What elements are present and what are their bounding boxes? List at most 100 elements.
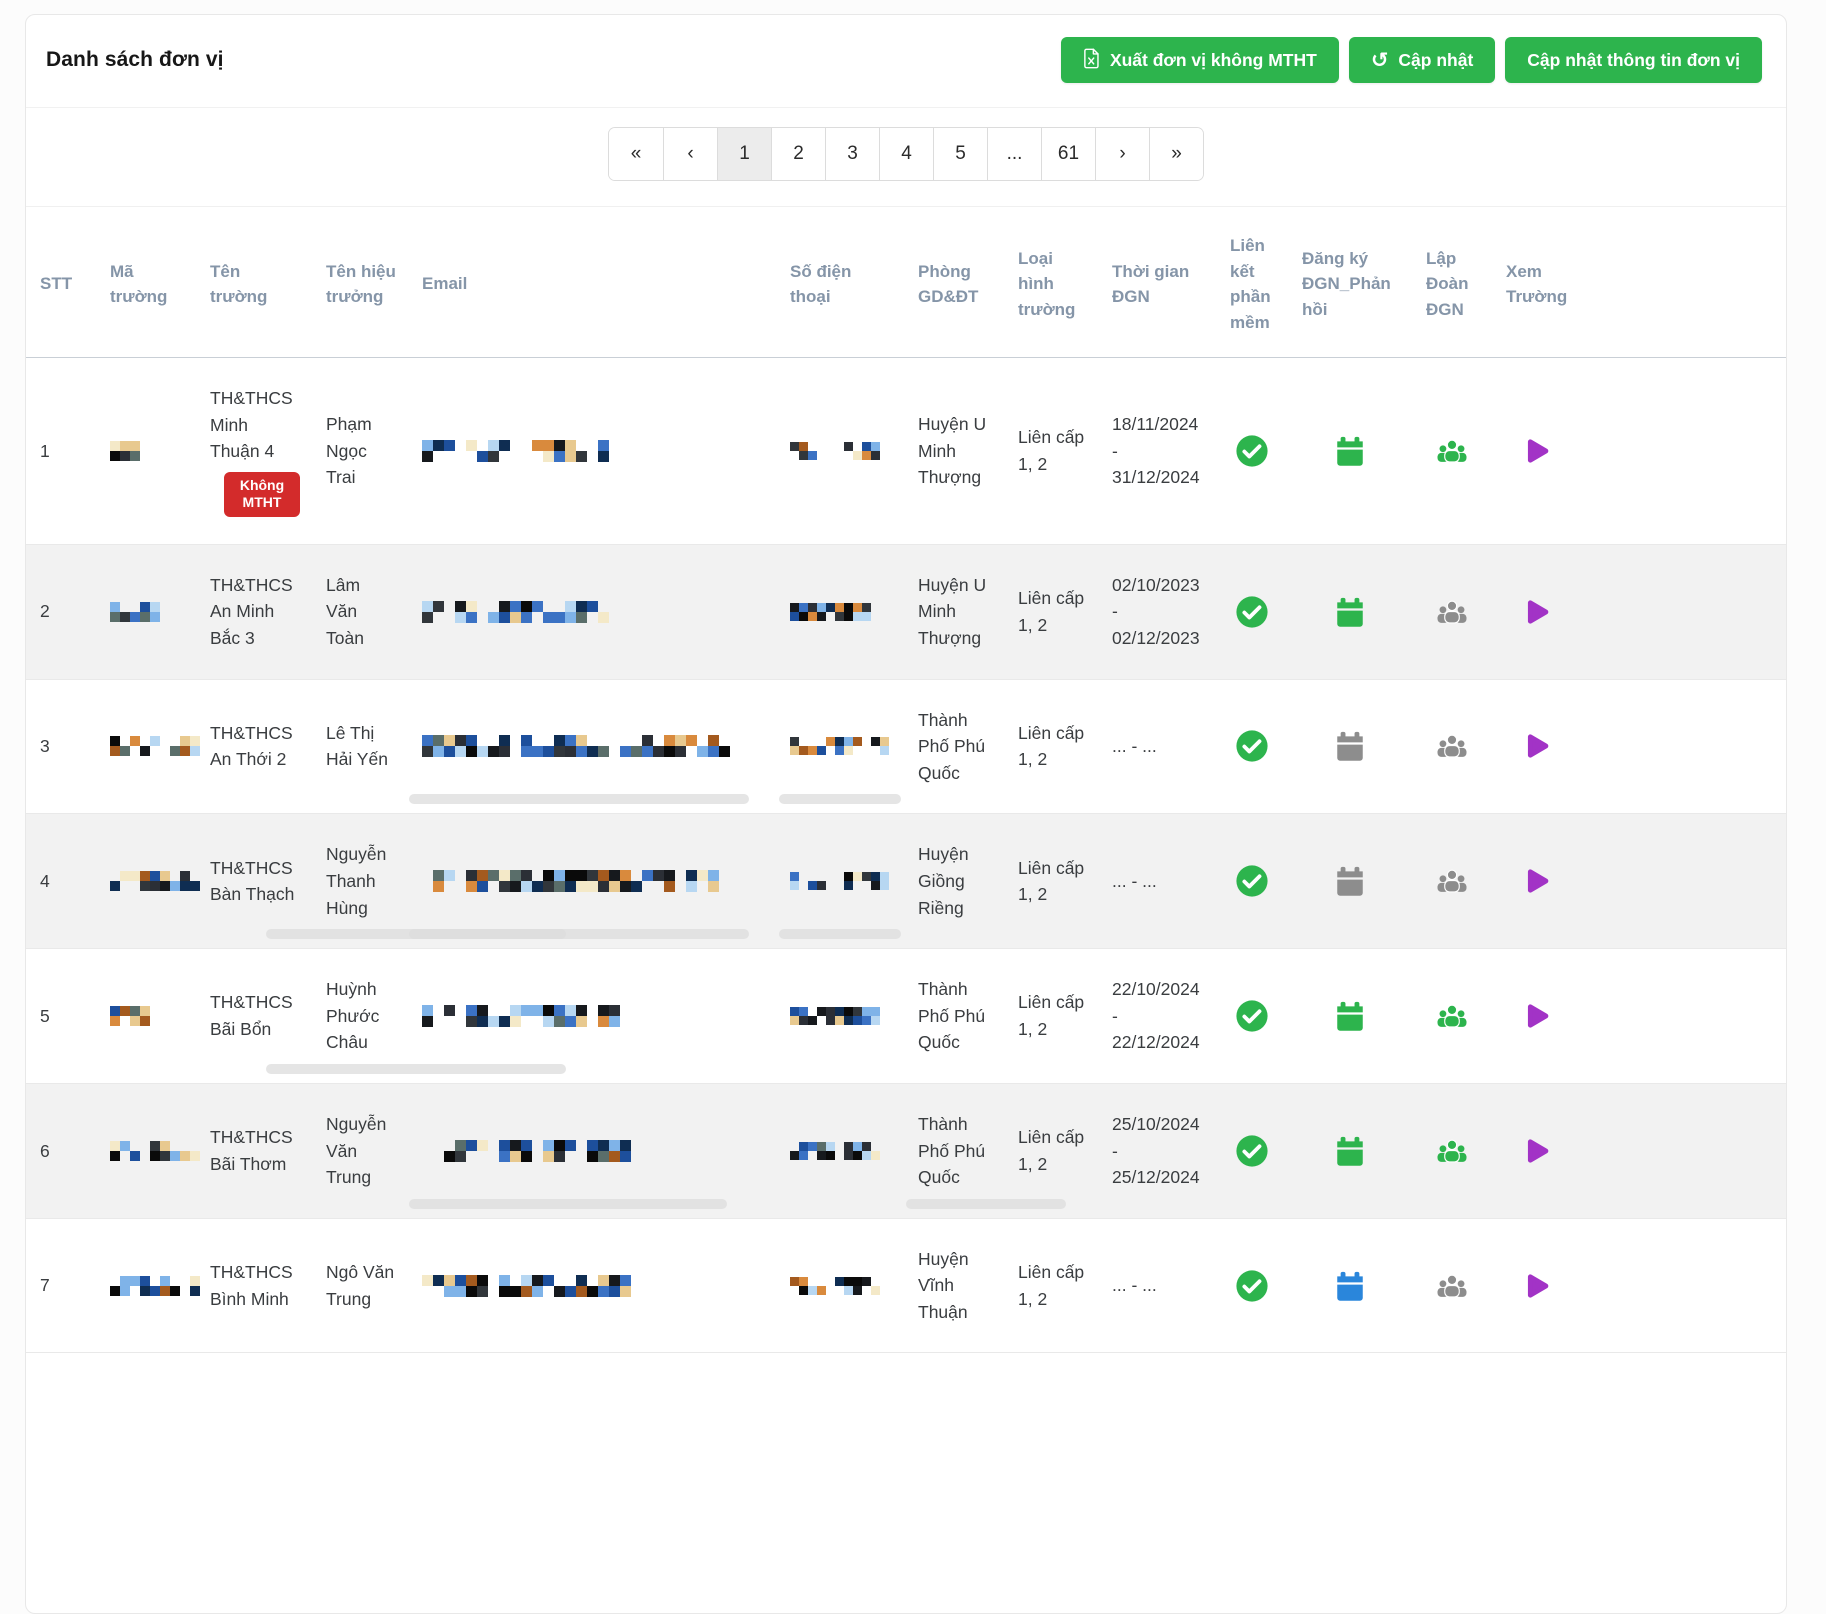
filler-cell <box>1580 585 1786 639</box>
team-icon[interactable] <box>1435 1134 1469 1168</box>
check-icon <box>1235 864 1269 898</box>
table-row: 1 TH&THCS Minh Thuận 4 Không MTHT Phạm N… <box>26 358 1786 545</box>
education-department: Huyện Giồng Riềng <box>904 814 1004 948</box>
scrollbar-artifact <box>906 1199 1066 1209</box>
play-icon[interactable] <box>1519 999 1553 1033</box>
phone-redacted <box>790 1142 880 1160</box>
table-row: 4 TH&THCS Bàn Thạch Nguyễn Thanh Hùng Hu… <box>26 814 1786 949</box>
school-name-cell: TH&THCS Bãi Thơm <box>196 1097 312 1204</box>
calendar-icon[interactable] <box>1333 1134 1367 1168</box>
page-item-61[interactable]: 61 <box>1041 128 1095 180</box>
page-item-4[interactable]: 4 <box>879 128 933 180</box>
page-item-[interactable]: ‹ <box>663 128 717 180</box>
row-index: 3 <box>26 706 96 787</box>
refresh-button[interactable]: ↺ Cập nhật <box>1349 37 1495 83</box>
phone-redacted <box>790 1007 889 1025</box>
table-row: 7 TH&THCS Bình Minh Ngô Văn Trung Huyện … <box>26 1219 1786 1354</box>
dgn-period: ... - ... <box>1098 841 1216 922</box>
calendar-icon[interactable] <box>1333 729 1367 763</box>
page-item-3[interactable]: 3 <box>825 128 879 180</box>
team-icon[interactable] <box>1435 595 1469 629</box>
dgn-register-cell <box>1288 407 1412 495</box>
dgn-period: ... - ... <box>1098 706 1216 787</box>
page-item-1[interactable]: 1 <box>717 128 771 180</box>
dgn-team-cell <box>1412 1107 1492 1195</box>
calendar-icon[interactable] <box>1333 864 1367 898</box>
page-item-[interactable]: » <box>1149 128 1203 180</box>
row-index: 1 <box>26 411 96 492</box>
software-link-cell <box>1216 568 1288 656</box>
export-no-mtht-button[interactable]: Xuất đơn vị không MTHT <box>1061 37 1339 83</box>
dgn-register-cell <box>1288 1242 1412 1330</box>
scrollbar-artifact <box>779 929 901 939</box>
principal-name: Lê Thị Hải Yến <box>312 693 408 800</box>
update-info-button-label: Cập nhật thông tin đơn vị <box>1527 50 1740 71</box>
education-department: Thành Phố Phú Quốc <box>904 949 1004 1083</box>
school-code-redacted <box>110 736 200 756</box>
school-code-cell <box>96 1249 196 1323</box>
toolbar: Xuất đơn vị không MTHT ↺ Cập nhật Cập nh… <box>1061 37 1762 83</box>
school-type: Liên cấp 1, 2 <box>1004 693 1098 800</box>
education-department: Huyện U Minh Thượng <box>904 545 1004 679</box>
phone-redacted <box>790 737 889 755</box>
column-header-phong-gddt: Phòng GD&ĐT <box>904 233 1004 332</box>
page-item-[interactable]: ... <box>987 128 1041 180</box>
scrollbar-artifact <box>266 1064 566 1074</box>
view-school-cell <box>1492 1242 1580 1330</box>
phone-cell <box>776 1115 904 1187</box>
page-item-[interactable]: › <box>1095 128 1149 180</box>
page-item-2[interactable]: 2 <box>771 128 825 180</box>
column-header-lien-ket-phan-mem: Liên kết phần mềm <box>1216 207 1288 357</box>
school-code-cell <box>96 709 196 783</box>
phone-redacted <box>790 603 871 621</box>
pagination-section: «‹12345...61›» <box>26 108 1786 207</box>
team-icon[interactable] <box>1435 434 1469 468</box>
play-icon[interactable] <box>1519 434 1553 468</box>
team-icon[interactable] <box>1435 729 1469 763</box>
play-icon[interactable] <box>1519 595 1553 629</box>
page-title: Danh sách đơn vị <box>46 48 224 72</box>
school-name: TH&THCS Minh Thuận 4 <box>210 388 293 461</box>
play-icon[interactable] <box>1519 1269 1553 1303</box>
column-header-stt: STT <box>26 245 96 319</box>
dgn-team-cell <box>1412 972 1492 1060</box>
school-type: Liên cấp 1, 2 <box>1004 397 1098 504</box>
email-redacted <box>422 735 730 757</box>
column-header-dang-ky-dgn-phan-hoi: Đăng ký ĐGN_Phản hồi <box>1288 220 1412 345</box>
school-type: Liên cấp 1, 2 <box>1004 828 1098 935</box>
column-header-ten-truong: Tên trường <box>196 233 312 332</box>
phone-cell <box>776 845 904 917</box>
calendar-icon[interactable] <box>1333 1269 1367 1303</box>
team-icon[interactable] <box>1435 999 1469 1033</box>
team-icon[interactable] <box>1435 864 1469 898</box>
play-icon[interactable] <box>1519 729 1553 763</box>
play-icon[interactable] <box>1519 864 1553 898</box>
email-cell <box>408 843 776 919</box>
page-item-[interactable]: « <box>609 128 663 180</box>
education-department: Thành Phố Phú Quốc <box>904 1084 1004 1218</box>
school-code-redacted <box>110 602 160 622</box>
dgn-register-cell <box>1288 568 1412 656</box>
play-icon[interactable] <box>1519 1134 1553 1168</box>
school-type: Liên cấp 1, 2 <box>1004 1097 1098 1204</box>
team-icon[interactable] <box>1435 1269 1469 1303</box>
software-link-cell <box>1216 1107 1288 1195</box>
education-department: Huyện Vĩnh Thuận <box>904 1219 1004 1353</box>
dgn-period: 02/10/2023 - 02/12/2023 <box>1098 545 1216 679</box>
school-code-redacted <box>110 441 140 461</box>
check-icon <box>1235 999 1269 1033</box>
school-code-cell <box>96 575 196 649</box>
school-name-cell: TH&THCS Bình Minh <box>196 1232 312 1339</box>
filler-cell <box>1580 719 1786 773</box>
school-name-cell: TH&THCS An Thới 2 <box>196 693 312 800</box>
page-item-5[interactable]: 5 <box>933 128 987 180</box>
phone-redacted <box>790 872 889 890</box>
pagination: «‹12345...61›» <box>609 128 1203 180</box>
school-code-cell <box>96 414 196 488</box>
update-info-button[interactable]: Cập nhật thông tin đơn vị <box>1505 37 1762 83</box>
units-card: Danh sách đơn vị Xuất đơn vị không MTHT … <box>25 14 1787 1614</box>
calendar-icon[interactable] <box>1333 434 1367 468</box>
no-mtht-badge: Không MTHT <box>224 472 300 517</box>
calendar-icon[interactable] <box>1333 595 1367 629</box>
calendar-icon[interactable] <box>1333 999 1367 1033</box>
